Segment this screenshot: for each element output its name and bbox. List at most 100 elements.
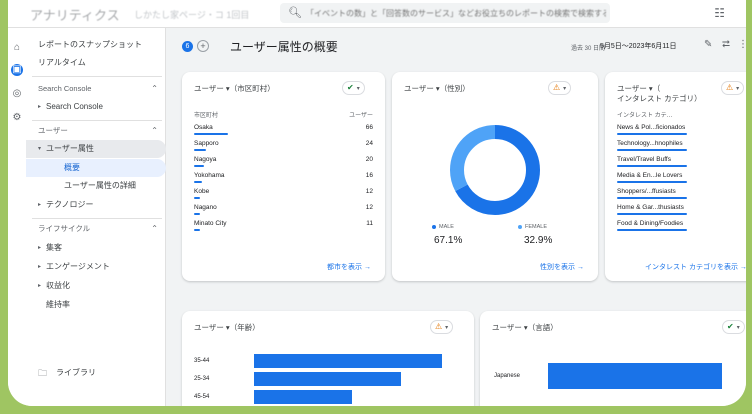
- table-row[interactable]: Nagano 12: [194, 204, 373, 219]
- row-bar: [617, 229, 687, 231]
- add-comparison-button[interactable]: +: [197, 40, 209, 52]
- card-title[interactable]: ユーザー ▾（性別）: [404, 83, 470, 94]
- link-label: 性別を表示: [540, 264, 576, 271]
- sidebar-item-retention[interactable]: 維持率: [26, 296, 166, 314]
- bar[interactable]: [254, 354, 442, 368]
- sidebar-section-search-console[interactable]: Search Console ⌃: [26, 80, 166, 98]
- device-frame: アナリティクス しかたし家ページ・コ 1回目 🔍︎ ☷ ⌂ ▣ ◎ ⚙ レポート…: [0, 0, 752, 414]
- legend-dot: [432, 224, 436, 229]
- row-label: Osaka: [194, 124, 213, 131]
- card-title[interactable]: ユーザー ▾（年齢）: [194, 322, 260, 333]
- reports-icon[interactable]: ▣: [11, 64, 23, 76]
- table-row[interactable]: Sapporo 24: [194, 140, 373, 155]
- row-bar: [617, 181, 687, 183]
- app-name: アナリティクス: [30, 8, 120, 23]
- table-row[interactable]: Osaka 66: [194, 124, 373, 139]
- page-title: ユーザー属性の概要: [230, 40, 338, 54]
- view-interest-link[interactable]: インタレスト カテゴリを表示 →: [645, 262, 746, 272]
- search-input[interactable]: [306, 6, 606, 20]
- status-indicator[interactable]: ✔ ▾: [342, 81, 365, 95]
- sidebar-item-acquisition[interactable]: ▸ 集客: [26, 239, 166, 257]
- advertising-icon[interactable]: ⚙: [11, 112, 23, 124]
- sidebar-divider: [32, 218, 162, 219]
- chevron-up-icon: ⌃: [151, 224, 158, 233]
- table-row[interactable]: Travel/Travel Buffs: [617, 156, 746, 171]
- sidebar-item-library[interactable]: 🗀︎ ライブラリ: [26, 364, 166, 382]
- row-label: Kobe: [194, 188, 210, 195]
- table-row[interactable]: Kobe 12: [194, 188, 373, 203]
- sidebar-item-label: 集客: [46, 243, 62, 252]
- sidebar-section-label: ライフサイクル: [38, 224, 91, 233]
- card-title[interactable]: ユーザー ▾（言語）: [492, 322, 558, 333]
- table-row[interactable]: Technology...hnophiles: [617, 140, 746, 155]
- row-value: 20: [365, 156, 373, 163]
- edit-icon[interactable]: ✎: [704, 39, 712, 50]
- card-title[interactable]: ユーザー ▾（市区町村）: [194, 83, 275, 94]
- row-bar: [194, 229, 200, 231]
- status-indicator[interactable]: ⚠ ▾: [548, 81, 572, 95]
- caret-right-icon: ▸: [38, 245, 42, 251]
- row-label: Food & Dining/Foodies: [617, 220, 684, 227]
- property-selector[interactable]: しかたし家ページ・コ 1回目: [134, 8, 249, 21]
- table-row[interactable]: Home & Gar...thusiasts: [617, 204, 746, 219]
- view-gender-link[interactable]: 性別を表示 →: [540, 262, 584, 272]
- sidebar-item-realtime[interactable]: リアルタイム: [26, 54, 166, 72]
- home-icon[interactable]: ⌂: [11, 42, 23, 54]
- sidebar-section-lifecycle[interactable]: ライフサイクル ⌃: [26, 220, 166, 238]
- apps-icon[interactable]: ☷: [714, 6, 725, 20]
- bar[interactable]: [254, 390, 352, 404]
- table-row[interactable]: Minato City 11: [194, 220, 373, 235]
- status-indicator[interactable]: ⚠ ▾: [430, 320, 454, 334]
- gender-card: ユーザー ▾（性別） ⚠ ▾ MALE 67.1% FEMALE 32.9% 性別…: [392, 72, 598, 281]
- view-cities-link[interactable]: 都市を表示 →: [327, 262, 371, 272]
- comparison-badge[interactable]: 6: [182, 41, 193, 52]
- more-icon[interactable]: ⋮: [738, 39, 746, 50]
- row-label: Media & En...le Lovers: [617, 172, 683, 179]
- row-label: Travel/Travel Buffs: [617, 156, 671, 163]
- bar-label: Japanese: [494, 373, 521, 379]
- status-indicator[interactable]: ⚠ ▾: [721, 81, 745, 95]
- table-row[interactable]: Nagoya 20: [194, 156, 373, 171]
- bar-label: 25-34: [194, 376, 210, 382]
- sidebar-section-user[interactable]: ユーザー ⌃: [26, 122, 166, 140]
- column-header-dimension: インタレスト カテ…: [617, 113, 673, 119]
- male-percentage: 67.1%: [434, 235, 463, 246]
- row-label: Technology...hnophiles: [617, 140, 683, 147]
- sidebar-item-snapshot[interactable]: レポートのスナップショット: [26, 36, 166, 54]
- search-box[interactable]: 🔍︎: [280, 3, 610, 23]
- sidebar-item-demographic-details[interactable]: ユーザー属性の詳細: [26, 177, 166, 195]
- legend-label: MALE: [439, 224, 454, 230]
- folder-icon: 🗀︎: [38, 368, 48, 378]
- table-row[interactable]: Media & En...le Lovers: [617, 172, 746, 187]
- sidebar-item-label: 収益化: [46, 281, 70, 290]
- row-label: News & Pol...ficionados: [617, 124, 686, 131]
- sidebar-item-technology[interactable]: ▸ テクノロジー: [26, 196, 166, 214]
- sidebar-item-label: レポートのスナップショット: [38, 40, 142, 49]
- female-percentage: 32.9%: [524, 235, 553, 246]
- sidebar-item-label: ライブラリ: [56, 368, 96, 377]
- warning-icon: ⚠: [726, 83, 734, 92]
- sidebar-item-label: エンゲージメント: [46, 262, 110, 271]
- sidebar-item-label: Search Console: [46, 102, 103, 111]
- status-indicator[interactable]: ✔ ▾: [722, 320, 745, 334]
- row-value: 11: [366, 220, 373, 227]
- table-row[interactable]: Yokohama 16: [194, 172, 373, 187]
- link-label: インタレスト カテゴリを表示: [645, 264, 738, 271]
- table-row[interactable]: News & Pol...ficionados: [617, 124, 746, 139]
- column-header-dimension: 市区町村: [194, 113, 219, 119]
- check-circle-icon: ✔: [347, 83, 354, 92]
- sidebar-item-monetization[interactable]: ▸ 収益化: [26, 277, 166, 295]
- share-icon[interactable]: ⮂: [722, 39, 730, 50]
- sidebar-item-demographics[interactable]: ▾ ユーザー属性: [26, 140, 166, 158]
- sidebar-item-overview[interactable]: 概要: [26, 159, 166, 177]
- table-row[interactable]: Shoppers/...ffusiasts: [617, 188, 746, 203]
- row-bar: [194, 149, 207, 151]
- bar[interactable]: [254, 372, 401, 386]
- sidebar-divider: [32, 76, 162, 77]
- sidebar-item-search-console[interactable]: ▸ Search Console: [26, 98, 166, 116]
- sidebar-item-engagement[interactable]: ▸ エンゲージメント: [26, 258, 166, 276]
- explore-icon[interactable]: ◎: [11, 88, 23, 100]
- bar[interactable]: [548, 363, 722, 389]
- table-row[interactable]: Food & Dining/Foodies: [617, 220, 746, 235]
- date-range-picker[interactable]: 5月5日～2023年6月11日: [600, 41, 677, 51]
